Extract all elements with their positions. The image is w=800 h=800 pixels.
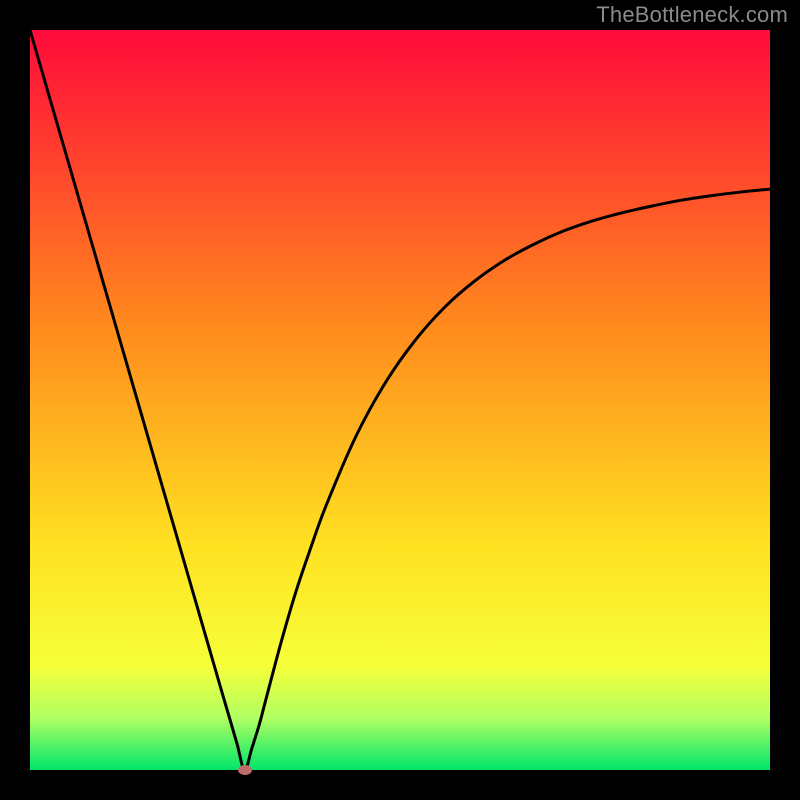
- watermark-text: TheBottleneck.com: [596, 2, 788, 28]
- chart-frame: TheBottleneck.com: [0, 0, 800, 800]
- optimal-point-marker: [238, 765, 252, 775]
- plot-area: [30, 30, 770, 770]
- bottleneck-curve: [30, 30, 770, 770]
